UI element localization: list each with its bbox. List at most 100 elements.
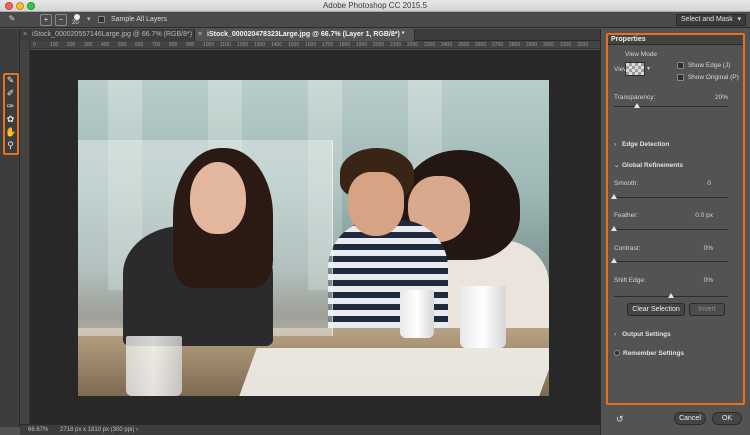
ruler-tick-label: 1100 — [220, 42, 231, 48]
smooth-label: Smooth: — [614, 180, 639, 187]
tool-panel: ✎ ✐ ✑ ✿ ✋ ⚲ — [0, 29, 20, 427]
options-bar: ✎ + − 20 ▾ Sample All Layers Select and … — [0, 12, 750, 28]
add-to-selection-icon[interactable]: + — [40, 14, 52, 26]
ruler-tick-label: 2500 — [458, 42, 470, 48]
ruler-tick-label: 2700 — [492, 42, 504, 48]
subtract-from-selection-icon[interactable]: − — [55, 14, 67, 26]
ruler-tick-label: 0 — [33, 42, 36, 48]
zoom-level[interactable]: 66.67% — [28, 425, 48, 435]
chevron-down-icon[interactable]: ▾ — [647, 65, 650, 72]
ruler-tick-label: 1900 — [356, 42, 368, 48]
ruler-tick-label: 2800 — [509, 42, 521, 48]
contrast-label: Contrast: — [614, 245, 641, 252]
show-original-label: Show Original (P) — [687, 74, 739, 82]
smooth-slider[interactable] — [614, 197, 728, 198]
show-original-checkbox[interactable] — [677, 74, 684, 81]
edge-detection-section[interactable]: › Edge Detection — [614, 141, 669, 148]
refine-edge-brush-tool-icon[interactable]: ✐ — [5, 88, 16, 99]
ruler-tick-label: 700 — [152, 42, 161, 48]
ruler-tick-label: 2000 — [373, 42, 385, 48]
ruler-tick-label: 500 — [118, 42, 127, 48]
tab-document-2[interactable]: × iStock_000020478323Large.jpg @ 66.7% (… — [195, 29, 415, 41]
sample-all-layers-checkbox[interactable] — [98, 16, 105, 23]
view-mode-heading: View Mode — [625, 51, 658, 58]
ruler-tick-label: 100 — [50, 42, 59, 48]
workspace-select[interactable]: Select and Mask ▾ — [676, 14, 746, 26]
show-edge-checkbox[interactable] — [677, 62, 684, 69]
canvas-area[interactable] — [30, 50, 600, 424]
edge-detection-label: Edge Detection — [622, 141, 670, 148]
document-info: 2718 px x 1810 px (300 ppi) — [60, 427, 135, 433]
smooth-slider-handle[interactable] — [611, 194, 617, 199]
feather-slider-handle[interactable] — [611, 226, 617, 231]
chevron-right-icon: › — [614, 331, 617, 338]
ruler-tick-label: 2100 — [390, 42, 402, 48]
workspace-select-label: Select and Mask — [681, 16, 733, 23]
transparency-value[interactable]: 20% — [698, 94, 728, 101]
horizontal-ruler[interactable]: 0 100 200 300 400 500 600 700 800 900 1000 1100 1200… — [30, 41, 600, 49]
woman-left-face — [190, 162, 246, 234]
tab-document-1[interactable]: × iStock_000020557146Large.jpg @ 66.7% (… — [20, 29, 195, 41]
ruler-tick-label: 2200 — [407, 42, 419, 48]
view-mode-picker[interactable] — [625, 62, 645, 76]
hand-tool-icon[interactable]: ✋ — [5, 127, 16, 138]
close-tab-icon[interactable]: × — [198, 29, 202, 41]
clear-selection-button[interactable]: Clear Selection — [627, 303, 685, 316]
transparency-slider-handle[interactable] — [633, 103, 640, 108]
ruler-tick-label: 1700 — [322, 42, 334, 48]
transparency-slider[interactable] — [614, 106, 728, 107]
ruler-tick-label: 1500 — [288, 42, 300, 48]
contrast-slider[interactable] — [614, 261, 728, 262]
ruler-tick-label: 200 — [67, 42, 76, 48]
contrast-slider-handle[interactable] — [611, 258, 617, 263]
contrast-value[interactable]: 0% — [681, 245, 713, 252]
window-title: Adobe Photoshop CC 2015.5 — [322, 1, 428, 10]
properties-panel-header: Properties — [608, 35, 743, 45]
show-original-option[interactable]: Show Original (P) — [677, 74, 739, 81]
invert-button[interactable]: Invert — [689, 303, 725, 316]
remember-settings-option[interactable]: Remember Settings — [614, 350, 684, 357]
coffee-cup — [126, 336, 182, 396]
photoshop-window: Adobe Photoshop CC 2015.5 ✎ + − 20 ▾ Sam… — [0, 0, 750, 435]
shift-edge-label: Shift Edge: — [614, 277, 646, 284]
output-settings-label: Output Settings — [622, 331, 671, 338]
feather-label: Feather: — [614, 212, 639, 219]
show-edge-label: Show Edge (J) — [687, 62, 731, 70]
zoom-tool-icon[interactable]: ⚲ — [5, 140, 16, 151]
shift-edge-slider-handle[interactable] — [668, 293, 674, 298]
remember-settings-checkbox[interactable] — [614, 350, 620, 357]
vertical-ruler[interactable] — [20, 41, 30, 425]
ok-button[interactable]: OK — [712, 412, 742, 425]
reset-icon[interactable]: ↺ — [616, 414, 624, 425]
show-edge-option[interactable]: Show Edge (J) — [677, 62, 730, 69]
brush-tool-icon[interactable]: ✑ — [5, 101, 16, 112]
sample-all-layers-option[interactable]: Sample All Layers — [98, 16, 167, 23]
document-image[interactable] — [78, 80, 549, 396]
ruler-tick-label: 2900 — [526, 42, 538, 48]
ruler-tick-label: 1800 — [339, 42, 351, 48]
brush-size-dropdown-icon[interactable]: ▾ — [87, 15, 91, 23]
global-refinements-section[interactable]: ⌄ Global Refinements — [614, 161, 683, 169]
close-tab-icon[interactable]: × — [23, 29, 27, 41]
coffee-cup — [460, 286, 506, 348]
ruler-tick-label: 900 — [186, 42, 195, 48]
output-settings-section[interactable]: › Output Settings — [614, 331, 671, 338]
tab-document-1-label: iStock_000020557146Large.jpg @ 66.7% (RG… — [32, 31, 193, 38]
cancel-button[interactable]: Cancel — [674, 412, 706, 425]
quick-selection-tool-icon[interactable]: ✎ — [5, 75, 16, 86]
ruler-tick-label: 3200 — [577, 42, 589, 48]
status-menu-icon[interactable]: › — [136, 425, 138, 435]
feather-value[interactable]: 0.0 px — [681, 212, 713, 219]
ruler-tick-label: 1600 — [305, 42, 317, 48]
papers — [239, 348, 549, 396]
feather-slider[interactable] — [614, 229, 728, 230]
tab-properties[interactable]: Properties — [611, 36, 646, 43]
smooth-value[interactable]: 0 — [681, 180, 711, 187]
shift-edge-value[interactable]: 0% — [681, 277, 713, 284]
document-tabs: × iStock_000020557146Large.jpg @ 66.7% (… — [20, 29, 600, 41]
remember-settings-label: Remember Settings — [623, 350, 685, 357]
tab-document-2-label: iStock_000020478323Large.jpg @ 66.7% (La… — [207, 31, 405, 38]
global-refinements-label: Global Refinements — [622, 162, 684, 169]
brush-preset-icon[interactable]: ✎ — [6, 14, 18, 26]
lasso-tool-icon[interactable]: ✿ — [5, 114, 16, 125]
